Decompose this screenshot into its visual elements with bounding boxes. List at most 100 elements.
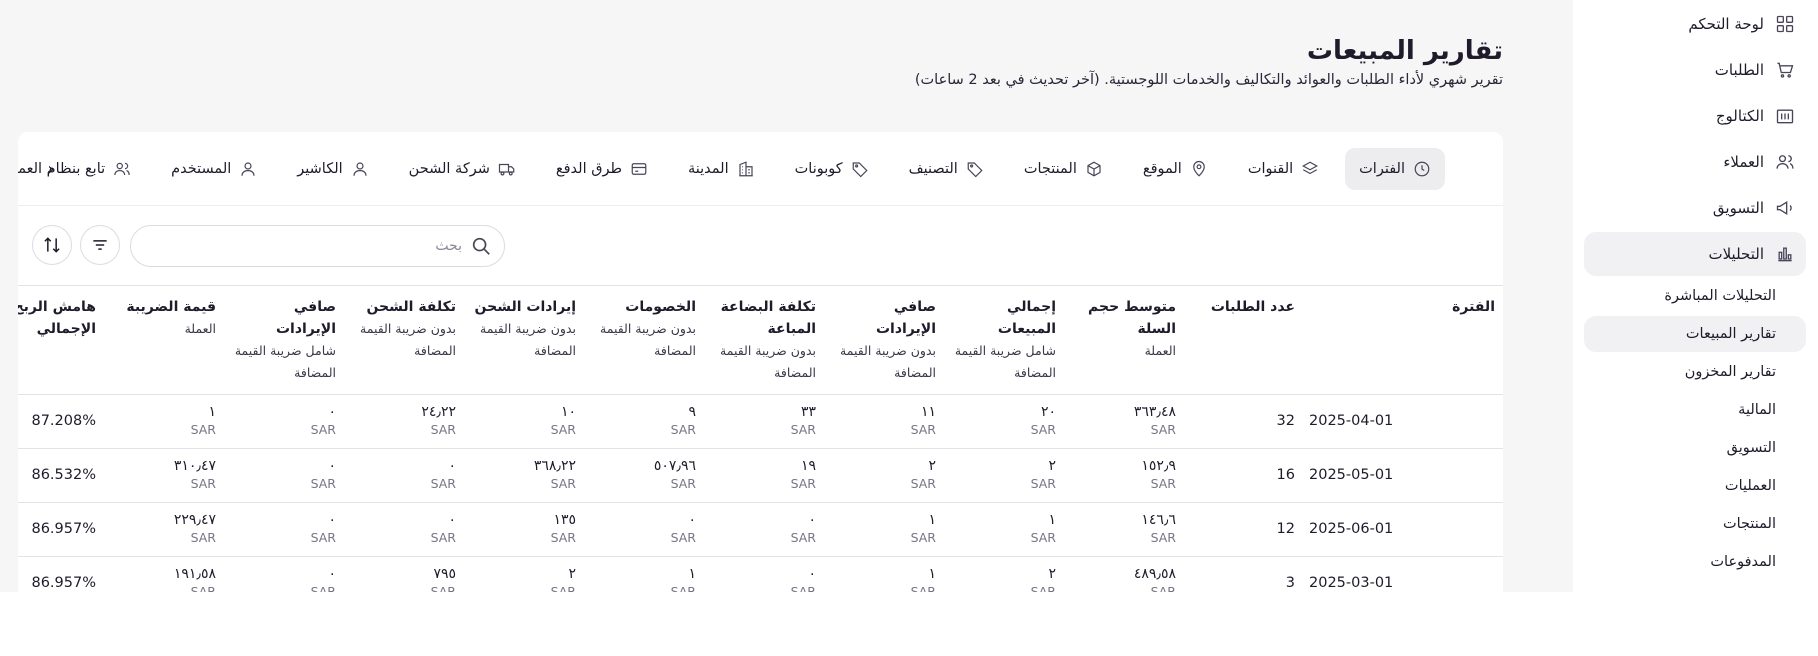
cell-amount: ٧٩٥ SAR: [344, 556, 464, 592]
table-row[interactable]: 2025-04-01 32 ٣٦٣٫٤٨ SAR ٢٠ SAR ١١ SAR ٣٣ SAR ٩ SAR…: [18, 394, 1503, 449]
currency-label: SAR: [430, 530, 456, 545]
cell-amount: ٣٦٨٫٢٢ SAR: [464, 448, 584, 503]
sidebar-subitem-label: المنتجات: [1722, 516, 1776, 532]
search-box: [130, 225, 505, 267]
column-subtitle: بدون ضريبة القيمة المضافة: [480, 321, 576, 358]
sidebar-subitem-payments[interactable]: المدفوعات: [1584, 544, 1806, 580]
sidebar-subitem-live-analytics[interactable]: التحليلات المباشرة: [1584, 278, 1806, 314]
column-header-period[interactable]: الفترة: [1303, 286, 1503, 395]
cell-amount: ١٣٥ SAR: [464, 502, 584, 557]
column-title: متوسط حجم السلة: [1088, 299, 1176, 337]
search-input[interactable]: [162, 238, 462, 254]
sidebar-subitem-finance[interactable]: المالية: [1584, 392, 1806, 428]
sidebar-subitem-operations[interactable]: العمليات: [1584, 468, 1806, 504]
tab-label: الموقع: [1142, 160, 1182, 177]
sidebar-item-label: الطلبات: [1714, 61, 1764, 79]
tab-location[interactable]: الموقع: [1129, 148, 1222, 190]
tab-payment-methods[interactable]: طرق الدفع: [542, 148, 662, 190]
amount-value: ٠: [688, 512, 696, 528]
cell-amount: ٠ SAR: [224, 556, 344, 592]
sidebar-subitem-label: المالية: [1738, 402, 1776, 418]
currency-label: SAR: [430, 422, 456, 437]
cell-orders: 16: [1184, 448, 1303, 503]
sort-button[interactable]: [32, 225, 72, 265]
cell-amount: ٢٢٩٫٤٧ SAR: [104, 502, 224, 557]
amount-value: ٠: [328, 512, 336, 528]
box-icon: [1087, 161, 1101, 176]
cell-amount: ٠ SAR: [224, 502, 344, 557]
tab-city[interactable]: المدينة: [674, 148, 769, 190]
cell-gross-margin: 87.208%: [18, 394, 104, 449]
column-header-orders[interactable]: عدد الطلبات: [1184, 286, 1303, 395]
column-header-shipping-cost[interactable]: تكلفة الشحن بدون ضريبة القيمة المضافة: [344, 286, 464, 395]
cell-amount: ٠ SAR: [344, 448, 464, 503]
column-title: تكلفة الشحن: [366, 299, 456, 315]
cell-amount: ٢ SAR: [464, 556, 584, 592]
currency-label: SAR: [1150, 584, 1176, 592]
column-subtitle: بدون ضريبة القيمة المضافة: [840, 343, 936, 380]
tab-channels[interactable]: القنوات: [1234, 148, 1333, 190]
cell-amount: ٢ SAR: [824, 448, 944, 503]
cell-orders: 12: [1184, 502, 1303, 557]
column-title: تكلفة البضاعة المباعة: [720, 299, 816, 337]
sidebar-subitem-label: تقارير المخزون: [1684, 364, 1776, 380]
toolbar: [18, 206, 1503, 286]
column-header-discounts[interactable]: الخصومات بدون ضريبة القيمة المضافة: [584, 286, 704, 395]
amount-value: ٢٢٩٫٤٧: [173, 512, 216, 528]
currency-label: SAR: [910, 476, 936, 491]
column-header-cogs[interactable]: تكلفة البضاعة المباعة بدون ضريبة القيمة ا…: [704, 286, 824, 395]
sidebar-item-dashboard[interactable]: لوحة التحكم: [1584, 4, 1806, 44]
table-row[interactable]: 2025-03-01 3 ٤٨٩٫٥٨ SAR ٢ SAR ١ SAR ٠ SAR ١ SAR ٢ SAR…: [18, 556, 1503, 592]
tab-shipping-company[interactable]: شركة الشحن: [395, 148, 530, 190]
amount-value: ٣١٠٫٤٧: [173, 458, 216, 474]
sidebar-item-label: الكتالوج: [1715, 107, 1764, 125]
column-header-tax[interactable]: قيمة الضريبة العملة: [104, 286, 224, 395]
column-header-total-sales[interactable]: إجمالي المبيعات شامل ضريبة القيمة المضافة: [944, 286, 1064, 395]
sidebar-item-catalog[interactable]: الكتالوج: [1584, 96, 1806, 136]
tab-coupons[interactable]: كوبونات: [781, 148, 883, 190]
tab-periods[interactable]: الفترات: [1345, 147, 1445, 190]
column-header-gross-margin[interactable]: هامش الربح الإجمالي: [18, 286, 104, 395]
column-header-shipping-revenue[interactable]: إيرادات الشحن بدون ضريبة القيمة المضافة: [464, 286, 584, 395]
filter-button[interactable]: [80, 225, 120, 265]
sidebar-item-label: التحليلات: [1708, 245, 1764, 263]
column-header-net-revenue-vat[interactable]: صافي الإيرادات شامل ضريبة القيمة المضافة: [224, 286, 344, 395]
column-header-net-revenue[interactable]: صافي الإيرادات بدون ضريبة القيمة المضافة: [824, 286, 944, 395]
cell-gross-margin: 86.532%: [18, 448, 104, 503]
chevron-left-icon[interactable]: ‹: [36, 154, 66, 184]
amount-value: ١: [688, 566, 696, 582]
cell-amount: ١٥٢٫٩ SAR: [1064, 448, 1184, 503]
column-title: صافي الإيرادات: [875, 299, 936, 337]
table-row[interactable]: 2025-06-01 12 ١٤٦٫٦ SAR ١ SAR ١ SAR ٠ SAR ٠ SAR ١٣٥ S…: [18, 502, 1503, 557]
megaphone-icon: [1774, 197, 1796, 219]
amount-value: ٩: [688, 404, 696, 420]
cell-amount: ٣٣ SAR: [704, 394, 824, 449]
amount-value: ١: [1048, 512, 1056, 528]
sidebar-subitem-inventory-reports[interactable]: تقارير المخزون: [1584, 354, 1806, 390]
sort-icon: [44, 237, 60, 253]
column-subtitle: بدون ضريبة القيمة المضافة: [720, 343, 816, 380]
amount-value: ١٣٥: [553, 512, 576, 528]
sidebar-item-orders[interactable]: الطلبات: [1584, 50, 1806, 90]
tab-user[interactable]: المستخدم: [157, 148, 271, 190]
search-icon: [472, 237, 490, 255]
tab-products[interactable]: المنتجات: [1010, 148, 1117, 190]
amount-value: ٤٨٩٫٥٨: [1133, 566, 1176, 582]
sidebar-item-marketing[interactable]: التسويق: [1584, 188, 1806, 228]
sidebar-item-label: التسويق: [1712, 199, 1764, 217]
filter-icon: [93, 240, 107, 250]
cell-orders: 3: [1184, 556, 1303, 592]
column-header-avg-basket[interactable]: متوسط حجم السلة العملة: [1064, 286, 1184, 395]
currency-label: SAR: [790, 584, 816, 592]
dashboard-icon: [1774, 13, 1796, 35]
sidebar-item-customers[interactable]: العملاء: [1584, 142, 1806, 182]
tab-category[interactable]: التصنيف: [895, 148, 998, 190]
sidebar-subitem-products[interactable]: المنتجات: [1584, 506, 1806, 542]
users-icon: [1774, 151, 1796, 173]
table-row[interactable]: 2025-05-01 16 ١٥٢٫٩ SAR ٢ SAR ٢ SAR ١٩ SAR ٥٠٧٫٩٦ S…: [18, 448, 1503, 503]
sidebar-subitem-marketing[interactable]: التسويق: [1584, 430, 1806, 466]
sidebar-subitem-sales-reports[interactable]: تقارير المبيعات: [1584, 316, 1806, 352]
currency-label: SAR: [190, 476, 216, 491]
sidebar-item-analytics[interactable]: التحليلات: [1584, 232, 1806, 276]
tab-cashier[interactable]: الكاشير: [283, 148, 382, 190]
